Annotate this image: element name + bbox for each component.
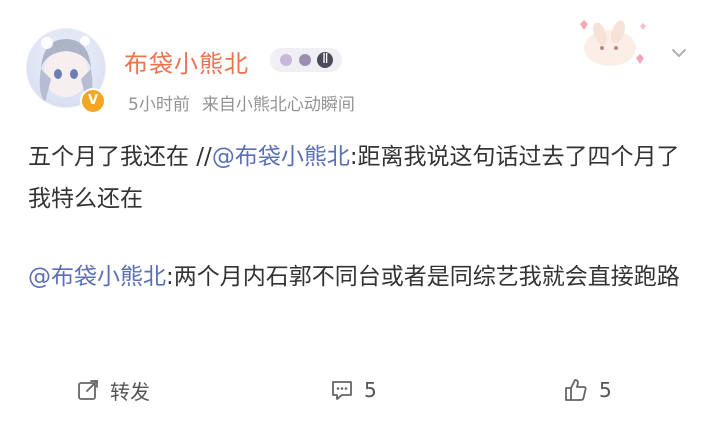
post-time: 5小时前 — [128, 95, 190, 115]
mention-link[interactable]: @布袋小熊北 — [212, 144, 350, 170]
repost-icon — [76, 378, 100, 402]
weibo-post: V 布袋小熊北 Ⅱ 5小时前 来自小熊北心动瞬间 五个月了我还在 //@布袋小熊… — [0, 0, 718, 428]
verified-badge-icon: V — [80, 88, 106, 114]
retweet-text: :两个月内石郭不同台或者是同综艺我就会直接跑路 — [166, 264, 680, 290]
repost-label: 转发 — [110, 379, 150, 404]
comment-count: 5 — [364, 378, 377, 402]
post-source[interactable]: 来自小熊北心动瞬间 — [202, 95, 355, 115]
like-button[interactable]: 5 — [563, 366, 612, 414]
repost-button[interactable]: 转发 — [76, 366, 150, 414]
member-level: Ⅱ — [317, 52, 334, 68]
post-meta: 5小时前 来自小熊北心动瞬间 — [128, 90, 355, 115]
chevron-down-icon[interactable] — [670, 44, 688, 62]
username[interactable]: 布袋小熊北 — [124, 44, 249, 79]
comment-icon — [330, 378, 354, 402]
member-icon — [298, 54, 311, 66]
like-count: 5 — [599, 378, 612, 402]
content-text: 五个月了我还在 // — [28, 144, 212, 170]
like-icon — [563, 377, 589, 403]
comment-button[interactable]: 5 — [330, 366, 377, 414]
post-content: 五个月了我还在 //@布袋小熊北:距离我说这句话过去了四个月了我特么还在 — [28, 136, 698, 220]
avatar[interactable]: V — [22, 24, 108, 114]
mention-link[interactable]: @布袋小熊北 — [28, 264, 166, 290]
action-bar: 转发 5 5 — [0, 366, 718, 414]
member-icon — [279, 54, 292, 66]
retweet-content: @布袋小熊北:两个月内石郭不同台或者是同综艺我就会直接跑路 — [28, 257, 698, 297]
member-badge[interactable]: Ⅱ — [270, 48, 342, 72]
decoration-sticker — [570, 12, 650, 76]
